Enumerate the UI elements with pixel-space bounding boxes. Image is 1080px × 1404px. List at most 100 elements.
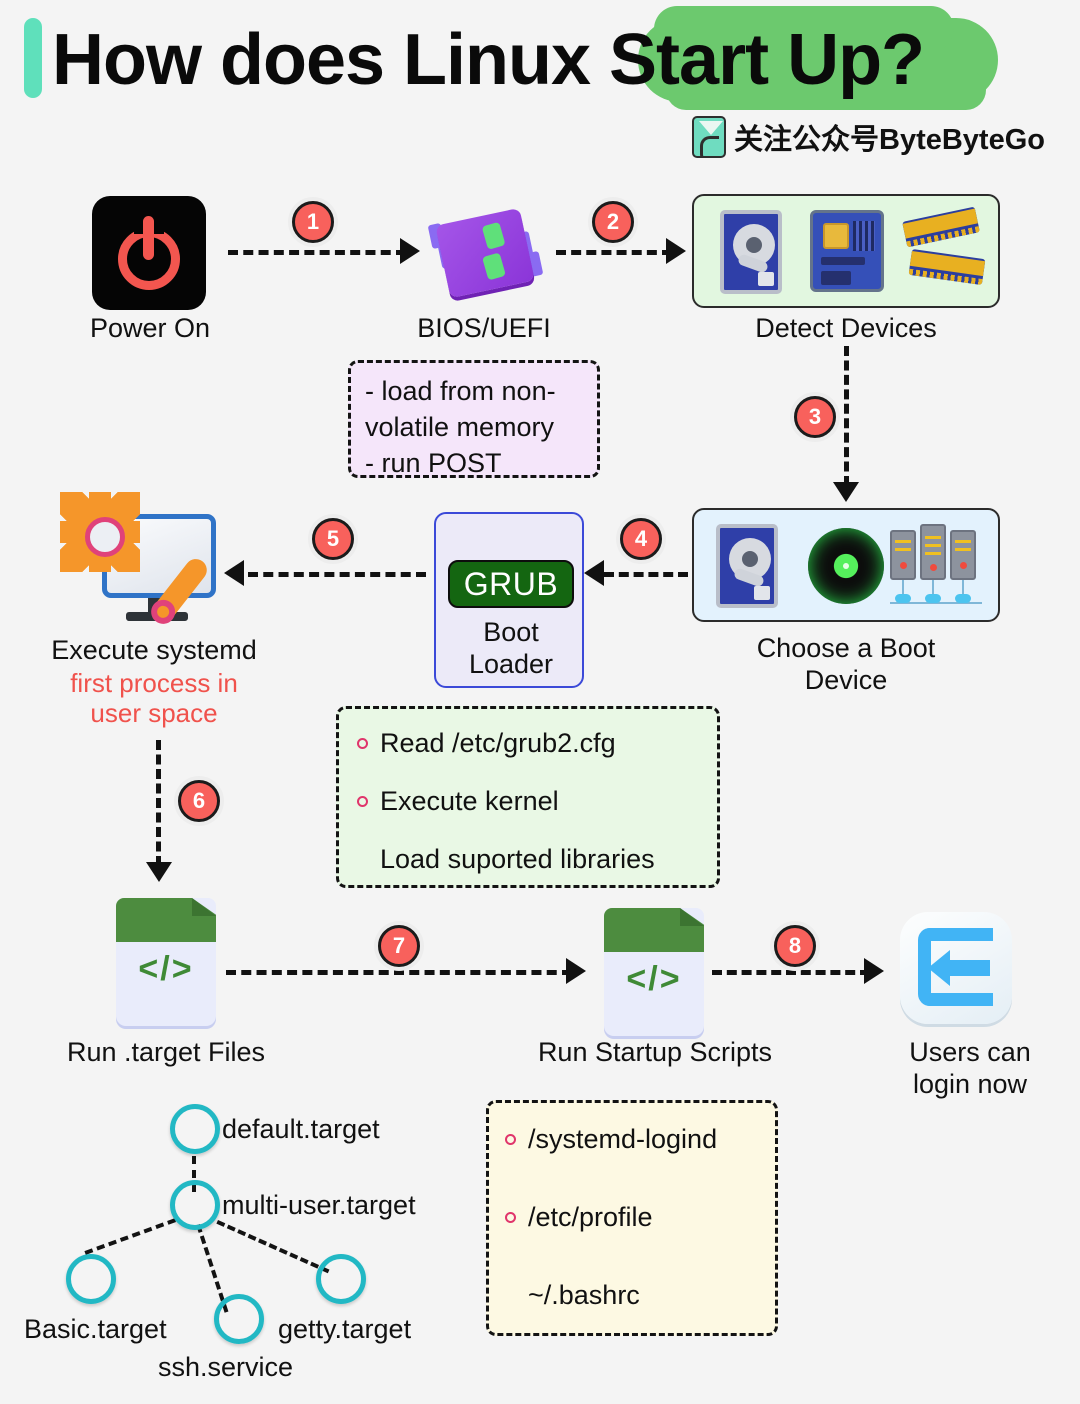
arrow-step-2-line — [556, 250, 672, 255]
brand-label: 关注公众号ByteByteGo — [734, 124, 1045, 156]
grub-note-box: Read /etc/grub2.cfg Execute kernel Load … — [336, 706, 720, 888]
tree-node-multi-user-target[interactable] — [170, 1180, 220, 1230]
arrow-step-7-line — [226, 970, 572, 975]
tree-label-multi-user-target: multi-user.target — [222, 1190, 416, 1220]
choose-boot-device-label-line1: Choose a Boot — [756, 633, 936, 663]
users-login-label-line1: Users can — [909, 1037, 1031, 1067]
tree-edge — [84, 1218, 176, 1255]
hdd-connector — [758, 272, 774, 286]
grub-chip-label: GRUB — [448, 560, 574, 608]
bytebytego-logo-icon — [692, 116, 726, 158]
network-node — [895, 594, 911, 603]
grub-note-text: Read /etc/grub2.cfg — [380, 728, 616, 758]
page-title-plain: How does Linux — [52, 20, 610, 100]
monitor-gear-wrench-icon — [60, 492, 242, 624]
systemd-target-tree: default.target multi-user.target Basic.t… — [10, 1094, 460, 1394]
grub-note-text: Load suported libraries — [380, 844, 655, 874]
execute-systemd-label: Execute systemd — [51, 635, 257, 665]
arrow-step-8-line — [712, 970, 870, 975]
server-unit — [920, 524, 946, 580]
boot-loader-line1: Boot — [483, 617, 539, 647]
network-node — [925, 594, 941, 603]
users-login-label-line2: login now — [912, 1069, 1028, 1099]
code-glyph: </> — [626, 960, 682, 998]
tree-label-getty-target: getty.target — [278, 1314, 412, 1344]
login-note-item: ~/.bashrc — [505, 1277, 759, 1313]
server-bar — [955, 548, 971, 551]
hdd-connector — [754, 586, 770, 600]
bios-note-line: volatile memory — [365, 412, 555, 442]
brand-watermark: 关注公众号ByteByteGo — [692, 116, 1045, 158]
tree-node-default-target[interactable] — [170, 1104, 220, 1154]
detect-devices-label: Detect Devices — [755, 313, 937, 343]
server-led — [930, 564, 937, 571]
bullet-icon — [505, 1133, 516, 1145]
badge-step-2: 2 — [592, 201, 634, 243]
login-note-text: /etc/profile — [528, 1202, 653, 1232]
file-header-band — [604, 908, 704, 952]
arrow-step-8-head — [864, 958, 884, 984]
cpu-chip — [823, 223, 849, 249]
power-stem — [143, 216, 154, 260]
code-file-icon: </> — [116, 898, 216, 1026]
network-node — [955, 594, 971, 603]
bios-note-box: - load from non- volatile memory - run P… — [348, 360, 600, 478]
power-on-label: Power On — [89, 313, 211, 343]
detect-devices-box — [692, 194, 1000, 308]
arrow-step-1-line — [228, 250, 406, 255]
login-arrow-head — [928, 950, 950, 986]
tree-node-basic-target[interactable] — [66, 1254, 116, 1304]
power-button-icon — [92, 196, 206, 310]
boot-loader-sublabel: Boot Loader — [436, 616, 586, 680]
grub-note-item: Read /etc/grub2.cfg — [357, 725, 699, 761]
infographic-canvas: How does Linux Start Up? 关注公众号ByteByteGo… — [0, 0, 1080, 1404]
bios-note-line: - load from non- — [365, 376, 556, 406]
badge-step-5: 5 — [312, 518, 354, 560]
motherboard-icon — [810, 210, 884, 292]
tree-label-basic-target: Basic.target — [24, 1314, 167, 1344]
server-led — [960, 562, 967, 569]
badge-step-1: 1 — [292, 201, 334, 243]
execute-systemd-sub-line1: first process in — [70, 668, 238, 698]
ram-module-icon — [902, 206, 980, 248]
badge-step-8: 8 — [774, 925, 816, 967]
boot-loader-card: GRUB Boot Loader — [434, 512, 584, 688]
hard-drive-icon — [720, 210, 782, 294]
grub-note-text: Execute kernel — [380, 786, 559, 816]
boot-loader-line2: Loader — [468, 649, 554, 679]
server-bar — [925, 536, 941, 539]
bullet-icon — [357, 795, 368, 807]
expansion-slot — [821, 271, 851, 285]
ram-module-icon — [908, 248, 986, 286]
hdd-hub — [746, 237, 762, 253]
run-target-files-label: Run .target Files — [66, 1037, 266, 1067]
server-bar — [955, 540, 971, 543]
file-header-band — [116, 898, 216, 942]
memory-bank — [853, 221, 875, 251]
code-file-icon: </> — [604, 908, 704, 1036]
tree-label-default-target: default.target — [222, 1114, 380, 1144]
login-note-text: /systemd-logind — [528, 1124, 718, 1154]
gear-icon — [60, 492, 140, 572]
tree-label-ssh-service: ssh.service — [158, 1352, 294, 1382]
bullet-icon — [357, 737, 368, 749]
page-title-highlighted: Start Up? — [609, 20, 925, 100]
tree-node-ssh-service[interactable] — [214, 1294, 264, 1344]
tree-node-getty-target[interactable] — [316, 1254, 366, 1304]
hdd-hub — [742, 551, 758, 567]
server-rack-icon — [890, 524, 986, 608]
choose-boot-device-label-line2: Device — [804, 665, 888, 695]
arrow-step-6-line — [156, 740, 161, 866]
server-bar — [925, 552, 941, 555]
arrow-step-2-head — [666, 238, 686, 264]
chip-pad — [482, 252, 506, 281]
grub-note-item: Load suported libraries — [357, 841, 699, 877]
execute-systemd-sub-line2: user space — [90, 698, 218, 728]
login-note-text: ~/.bashrc — [528, 1280, 640, 1310]
badge-step-7: 7 — [378, 925, 420, 967]
code-glyph: </> — [138, 950, 194, 988]
server-bar — [925, 544, 941, 547]
arrow-step-6-head — [146, 862, 172, 882]
run-startup-scripts-label: Run Startup Scripts — [537, 1037, 773, 1067]
server-unit — [950, 530, 976, 580]
